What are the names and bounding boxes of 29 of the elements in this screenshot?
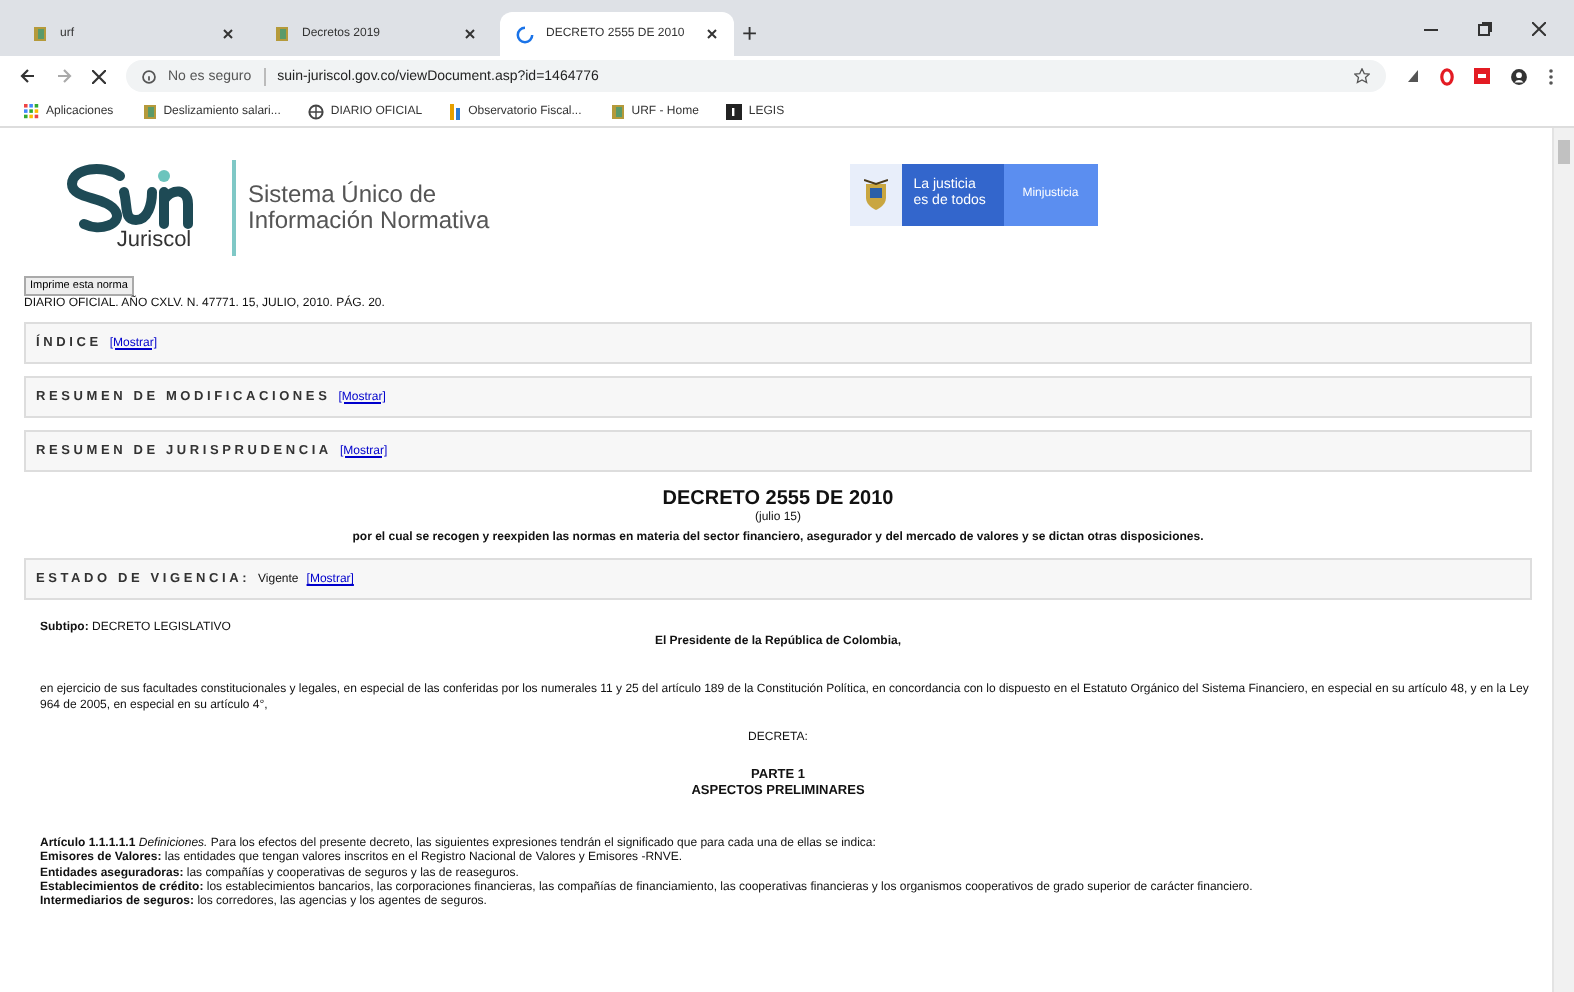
logo-wordmark: Juriscol xyxy=(116,228,192,252)
document-icon xyxy=(609,103,626,119)
stop-icon[interactable] xyxy=(92,69,106,83)
close-icon[interactable] xyxy=(1532,21,1546,35)
letter-square-icon xyxy=(726,103,743,119)
menu-icon[interactable] xyxy=(1548,67,1554,85)
globe-icon xyxy=(308,103,325,119)
info-icon xyxy=(142,69,156,83)
site-tagline: Sistema Único de Información Normativa xyxy=(248,182,490,234)
apps-grid-icon xyxy=(24,103,40,119)
account-icon[interactable] xyxy=(1510,67,1528,85)
extension-icon[interactable] xyxy=(1474,68,1490,84)
scrollbar[interactable] xyxy=(1552,128,1574,992)
star-icon[interactable] xyxy=(1354,68,1370,84)
document-icon xyxy=(274,26,290,42)
loading-spinner-icon xyxy=(516,25,534,43)
decree-title: DECRETO 2555 DE 2010 xyxy=(660,488,896,511)
restore-icon[interactable] xyxy=(1478,21,1492,35)
document-icon xyxy=(32,26,48,42)
close-icon[interactable] xyxy=(222,28,234,40)
new-tab-button[interactable]: + xyxy=(742,18,758,56)
coat-of-arms-icon xyxy=(863,176,888,212)
close-icon[interactable] xyxy=(464,28,476,40)
close-icon[interactable] xyxy=(706,28,718,40)
ring-icon[interactable] xyxy=(1440,67,1454,85)
document-icon xyxy=(141,103,158,119)
bars-icon xyxy=(450,103,463,119)
extension-icon[interactable] xyxy=(1406,68,1420,84)
back-icon[interactable] xyxy=(20,68,36,84)
